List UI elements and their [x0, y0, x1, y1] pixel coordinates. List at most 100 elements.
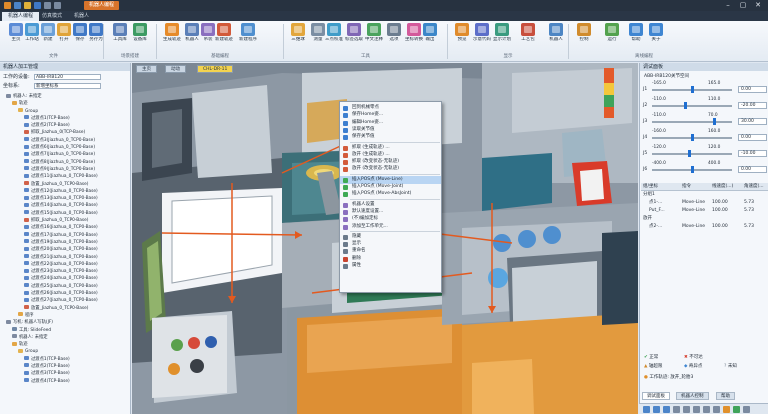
ribbon-button[interactable]: 机器人: [544, 23, 568, 50]
tree-node[interactable]: Group: [0, 348, 131, 355]
table-row[interactable]: 点1-... Move-Line 100.00 5.73: [641, 199, 768, 207]
joint-slider-knob[interactable]: [683, 102, 687, 109]
tree-node[interactable]: 过渡点8(Jiazhua_0_TCP0-Base): [0, 159, 131, 166]
column-header[interactable]: 角速度(...: [744, 183, 764, 190]
column-header[interactable]: 组/坐标: [643, 183, 658, 190]
joint-value-input[interactable]: -20.00: [738, 102, 767, 109]
option-normal[interactable]: ✔ 正常: [644, 354, 658, 361]
table-row[interactable]: 分组1: [641, 191, 768, 199]
menu-item[interactable]: 添加至工作单元...: [340, 223, 441, 231]
joint-value-input[interactable]: -10.00: [738, 150, 767, 157]
menu-item[interactable]: 保存关节值: [340, 133, 441, 141]
shading-icon[interactable]: [733, 406, 740, 413]
ribbon-button[interactable]: 输出: [418, 23, 442, 50]
minimize-button[interactable]: –: [722, 1, 734, 10]
iso-view-icon[interactable]: [713, 406, 720, 413]
ribbon-button[interactable]: 控制: [572, 23, 596, 50]
joint-slider-knob[interactable]: [691, 166, 694, 173]
tree-node[interactable]: 过渡点27(Jiazhua_0_TCP0-Base): [0, 297, 131, 304]
table-row[interactable]: 点2-... Move-Line 100.00 5.73: [641, 223, 768, 231]
joint-slider-knob[interactable]: [687, 150, 691, 157]
close-button[interactable]: ✕: [752, 1, 764, 10]
tree-node[interactable]: 过渡点25(Jiazhua_0_TCP0-Base): [0, 283, 131, 290]
tree-node[interactable]: Group: [0, 108, 131, 115]
tree-node[interactable]: 过渡点4(TCP-Base): [0, 378, 131, 385]
ribbon-button[interactable]: 另存为: [84, 23, 108, 50]
menu-item[interactable]: 属性: [340, 262, 441, 270]
tree-node[interactable]: 过渡点3(TCP-Base): [0, 370, 131, 377]
option-unreachable[interactable]: ✖ 不可达: [684, 354, 703, 361]
option-axis-limit[interactable]: ▲ 轴超限: [644, 363, 662, 370]
joint-slider-track[interactable]: [652, 105, 732, 107]
tree-node[interactable]: 过渡点19(Jiazhua_0_TCP0-Base): [0, 239, 131, 246]
tree-node[interactable]: 机器人: 未指定: [0, 93, 131, 100]
column-header[interactable]: 线速度(...): [712, 183, 733, 190]
table-row[interactable]: 放开: [641, 215, 768, 223]
frame-select[interactable]: 新增坐标系: [34, 83, 101, 89]
tab-debug-panel[interactable]: 调试面板: [642, 392, 670, 400]
tree-node[interactable]: 抓取_Jiazhua_0(TCP-Base): [0, 129, 131, 136]
fit-view-icon[interactable]: [673, 406, 680, 413]
rotate-icon[interactable]: [663, 406, 670, 413]
zoom-icon[interactable]: [643, 406, 650, 413]
tab-robot[interactable]: 机器人: [68, 12, 95, 21]
tree-node[interactable]: 过渡点9(Jiazhua_0_TCP0-Base): [0, 166, 131, 173]
menu-item[interactable]: 插入POS点 (Move-AbsJoint): [340, 190, 441, 198]
side-view-icon[interactable]: [703, 406, 710, 413]
tree-node[interactable]: 工具: SlideFeed: [0, 327, 131, 334]
front-view-icon[interactable]: [683, 406, 690, 413]
ribbon-button[interactable]: 新建轨迹: [212, 23, 236, 50]
tree-node[interactable]: 机器人: 未指定: [0, 334, 131, 341]
maximize-button[interactable]: ▢: [737, 1, 749, 10]
tab-robot-programming[interactable]: 机器人编程: [2, 12, 40, 21]
menu-item[interactable]: 放开 (改变状态-无轨迹): [340, 165, 441, 173]
tree-node[interactable]: 过渡点1(TCP-Base): [0, 356, 131, 363]
ribbon-button[interactable]: 新建程序: [236, 23, 260, 50]
doc-tab-home[interactable]: 主页: [136, 65, 157, 73]
tab-help[interactable]: 帮助: [716, 392, 735, 400]
tree-node[interactable]: 过渡点21(Jiazhua_0_TCP0-Base): [0, 254, 131, 261]
top-view-icon[interactable]: [693, 406, 700, 413]
joint-slider-track[interactable]: [652, 121, 732, 123]
motion-table[interactable]: 组/坐标 指令 线速度(...) 角速度(... 分组1 点1-... Move-Line 1…: [641, 183, 768, 231]
quick-new-icon[interactable]: [14, 2, 21, 9]
tree-node[interactable]: 轨迹: [0, 100, 131, 107]
tree-node[interactable]: 过渡点2(TCP-Base): [0, 122, 131, 129]
tree-node[interactable]: 程序: [0, 312, 131, 319]
ribbon-button[interactable]: 设备库: [128, 23, 152, 50]
tree-node[interactable]: 过渡点2(TCP-Base): [0, 363, 131, 370]
tree-node[interactable]: 过渡点26(Jiazhua_0_TCP0-Base): [0, 290, 131, 297]
joint-value-input[interactable]: 0.00: [738, 134, 767, 141]
doc-tab-workstation[interactable]: CHL-DR-11: [197, 65, 234, 73]
settings-icon[interactable]: [743, 406, 750, 413]
tree-node[interactable]: 过渡点20(Jiazhua_0_TCP0-Base): [0, 246, 131, 253]
redo-icon[interactable]: [54, 2, 61, 9]
joint-value-input[interactable]: 0.00: [738, 166, 767, 173]
tree-node[interactable]: 过渡点3(Jiazhua_0_TCP0-Base): [0, 137, 131, 144]
tree-node[interactable]: 写机: 机器人写轨(JF): [0, 319, 131, 326]
undo-icon[interactable]: [44, 2, 51, 9]
tree-node[interactable]: 抓取_Jiazhua_0_TCP0-Base): [0, 217, 131, 224]
tree-node[interactable]: 过渡点24(Jiazhua_0_TCP0-Base): [0, 275, 131, 282]
tree-node[interactable]: 过渡点13(Jiazhua_0_TCP0-Base): [0, 195, 131, 202]
tree-node[interactable]: 过渡点15(Jiazhua_0_TCP0-Base): [0, 210, 131, 217]
quick-save-icon[interactable]: [34, 2, 41, 9]
tab-robot-control[interactable]: 机器人控制: [676, 392, 709, 400]
tree-node[interactable]: 放置_Jiazhua_0_TCP0-Base): [0, 181, 131, 188]
render-mode-icon[interactable]: [723, 406, 730, 413]
ribbon-button[interactable]: 运行: [600, 23, 624, 50]
tree-node[interactable]: 过渡点23(Jiazhua_0_TCP0-Base): [0, 268, 131, 275]
tree-node[interactable]: 过渡点11(Jiazhua_0_TCP0-Base): [0, 173, 131, 180]
tree-node[interactable]: 过渡点1(TCP-Base): [0, 115, 131, 122]
option-unknown[interactable]: ? 未知: [724, 363, 737, 370]
joint-slider-track[interactable]: [652, 153, 732, 155]
tab-simulation-mode[interactable]: 仿真模式: [36, 12, 68, 21]
tree-node[interactable]: 过渡点6(Jiazhua_0_TCP0-Base): [0, 144, 131, 151]
tree-node[interactable]: 过渡点22(Jiazhua_0_TCP0-Base): [0, 261, 131, 268]
joint-slider-knob[interactable]: [691, 86, 694, 93]
tree-node[interactable]: 轨迹: [0, 341, 131, 348]
joint-slider-knob[interactable]: [712, 118, 716, 125]
tree-node[interactable]: 过渡点16(Jiazhua_0_TCP0-Base): [0, 224, 131, 231]
option-singularity[interactable]: ◆ 奇异点: [684, 363, 702, 370]
tree-node[interactable]: 过渡点14(Jiazhua_0_TCP0-Base): [0, 202, 131, 209]
